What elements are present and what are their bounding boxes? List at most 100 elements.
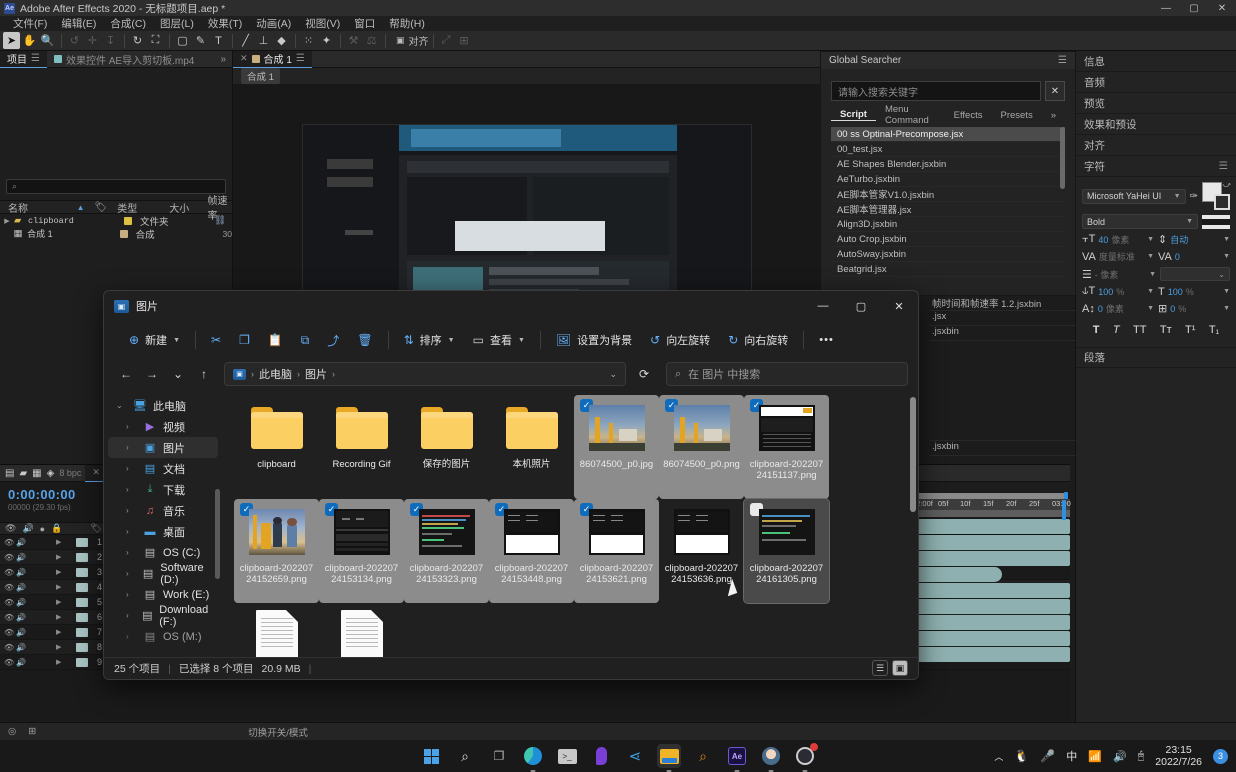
- tracking-value[interactable]: 0: [1175, 252, 1180, 262]
- nav-item-desktop[interactable]: › ▬ 桌面: [108, 521, 218, 542]
- render-queue-icon[interactable]: ▤: [5, 468, 14, 479]
- global-searcher-results[interactable]: 00 ss Optinal-Precompose.jsx 00_test.jsx…: [831, 127, 1065, 277]
- nav-item-documents[interactable]: › ▤ 文档: [108, 458, 218, 479]
- toggle-switches-label[interactable]: 切换开关/模式: [248, 725, 308, 739]
- stroke-width-control[interactable]: ☰ - 像素 ▼: [1082, 268, 1156, 281]
- composition-panel-tabs[interactable]: ✕ 合成 1 ☰: [233, 50, 820, 68]
- result-item[interactable]: AE Shapes Blender.jsxbin: [831, 157, 1065, 172]
- font-size-control[interactable]: ⫟T 40 像素 ▼: [1082, 233, 1154, 246]
- nav-item-music[interactable]: › ♫ 音乐: [108, 500, 218, 521]
- layer-label-swatch[interactable]: [76, 537, 88, 547]
- more-options-button[interactable]: •••: [810, 327, 843, 353]
- stroke-color-swatch[interactable]: [1214, 194, 1230, 210]
- vertical-scale-value[interactable]: 100: [1098, 287, 1113, 297]
- grid-guides-icon[interactable]: ⊞: [456, 32, 473, 49]
- timeline-ruler[interactable]: 02:00f 05f 10f 15f 20f 25f 03:00: [910, 499, 1071, 510]
- chevron-down-icon[interactable]: ▼: [1147, 236, 1154, 243]
- nav-item-os-c[interactable]: › ▤ OS (C:): [108, 542, 218, 563]
- layer-switches[interactable]: 👁 🔊: [0, 583, 56, 592]
- select-tool-icon[interactable]: ➤: [3, 32, 20, 49]
- ae-window-controls[interactable]: — ▢ ✕: [1152, 0, 1236, 16]
- chevron-right-icon[interactable]: ›: [126, 590, 137, 599]
- all-caps-button[interactable]: TT: [1133, 324, 1146, 336]
- graph-editor-icon[interactable]: ⊞: [28, 726, 36, 737]
- timeline-track-bar[interactable]: [910, 519, 1070, 534]
- tab-presets[interactable]: Presets: [991, 110, 1041, 121]
- breadcrumb-this-pc[interactable]: 此电脑: [259, 366, 292, 382]
- effects-icon[interactable]: ◈: [47, 468, 55, 479]
- chevron-down-icon[interactable]: ⌄: [609, 369, 617, 380]
- chevron-down-icon[interactable]: ▼: [1223, 236, 1230, 243]
- layer-switches[interactable]: 👁 🔊: [0, 538, 56, 547]
- expand-chevron-icon[interactable]: ▶: [0, 217, 14, 225]
- file-item-image[interactable]: ✓ clipboard-2: [404, 499, 489, 603]
- chevron-right-icon[interactable]: ›: [126, 464, 137, 473]
- file-item-image[interactable]: ✓ clipboard-2: [319, 499, 404, 603]
- forward-button[interactable]: →: [140, 362, 164, 386]
- ae-toolbar[interactable]: ➤ ✋ 🔍 ↺ ✛ ↧ ↻ ⛶ ▢ ✎ T ╱ ⊥ ◆ ⁙ ✦ ⚒ ⚖ ▣ 对齐…: [0, 31, 1236, 79]
- tab-menu-command[interactable]: Menu Command: [876, 104, 945, 126]
- chevron-right-icon[interactable]: ›: [126, 506, 137, 515]
- tablet-icon[interactable]: 🖰: [1138, 750, 1145, 763]
- chevron-right-icon[interactable]: ›: [126, 485, 137, 494]
- explorer-navigation-pane[interactable]: ⌄ 🖥 此电脑 › ▶ 视频 › ▣ 图片 › ▤ 文档 › ⤓ 下载 › ♫ …: [104, 389, 222, 657]
- label-swatch[interactable]: [124, 216, 132, 225]
- ae-menubar[interactable]: 文件(F) 编辑(E) 合成(C) 图层(L) 效果(T) 动画(A) 视图(V…: [0, 16, 1236, 31]
- result-item[interactable]: .jsx: [930, 311, 1076, 326]
- expand-chevron-icon[interactable]: ▶: [56, 598, 70, 606]
- playhead[interactable]: [1062, 500, 1066, 520]
- panel-menu-icon[interactable]: ☰: [1219, 160, 1228, 172]
- nav-item-download-f[interactable]: › ▤ Download (F:): [108, 604, 218, 628]
- chevron-down-icon[interactable]: ⌄: [116, 401, 127, 410]
- chevron-right-icon[interactable]: ›: [126, 611, 135, 620]
- expand-chevron-icon[interactable]: ▶: [56, 583, 70, 591]
- explorer-address-bar[interactable]: ← → ⌄ ↑ ▣ › 此电脑 › 图片 › ⌄ ⟳ ⌕ 在 图片 中搜索: [104, 359, 918, 389]
- result-item[interactable]: Align3D.jsxbin: [831, 217, 1065, 232]
- system-tray[interactable]: ︿ 🐧 🎤 中 📶 🔊 🖰 23:15 2022/7/26 3: [994, 744, 1228, 768]
- list-view-icon[interactable]: ☰: [872, 660, 888, 676]
- menu-edit[interactable]: 编辑(E): [54, 16, 103, 31]
- ae-minimize-button[interactable]: —: [1152, 0, 1180, 16]
- nav-item-os-m[interactable]: › ▤ OS (M:): [108, 626, 218, 647]
- layer-switches[interactable]: 👁 🔊: [0, 643, 56, 652]
- tab-composition[interactable]: ✕ 合成 1 ☰: [233, 50, 312, 68]
- zoom-tool-icon[interactable]: 🔍: [39, 32, 56, 49]
- refresh-button[interactable]: ⟳: [632, 362, 656, 386]
- result-item[interactable]: .jsxbin: [930, 326, 1076, 341]
- result-item[interactable]: 00 ss Optinal-Precompose.jsx: [831, 127, 1065, 142]
- timeline-switches-bar[interactable]: ◎ ⊞ 切换开关/模式: [0, 722, 1236, 740]
- layer-label-swatch[interactable]: [76, 642, 88, 652]
- superscript-button[interactable]: T¹: [1185, 324, 1195, 336]
- panel-character[interactable]: 字符 ☰: [1076, 156, 1236, 177]
- file-item-text[interactable]: clipboardclipboard-20220726223735-FileDr…: [319, 603, 404, 657]
- obs-icon[interactable]: [793, 743, 818, 772]
- close-icon[interactable]: ✕: [92, 467, 100, 478]
- chevron-right-icon[interactable]: ›: [126, 569, 136, 578]
- column-name[interactable]: 名称: [0, 200, 77, 215]
- results-scrollbar[interactable]: [1060, 127, 1065, 189]
- panel-menu-icon[interactable]: ☰: [1058, 55, 1067, 66]
- small-caps-button[interactable]: Tт: [1160, 324, 1172, 336]
- pen-tool-icon[interactable]: ✎: [192, 32, 209, 49]
- layer-switches[interactable]: 👁 🔊: [0, 628, 56, 637]
- font-family-select[interactable]: Microsoft YaHei UI ▼: [1082, 188, 1186, 204]
- layer-switches[interactable]: 👁 🔊: [0, 553, 56, 562]
- copy-button[interactable]: ❐: [230, 327, 259, 353]
- expand-chevron-icon[interactable]: ▶: [56, 553, 70, 561]
- file-item-image[interactable]: ✓ clipboard-20220724152659.png: [234, 499, 319, 603]
- panel-effects-presets[interactable]: 效果和预设: [1076, 114, 1236, 135]
- timeline-graph-area[interactable]: 02:00f 05f 10f 15f 20f 25f 03:00: [910, 482, 1071, 722]
- file-item-folder[interactable]: clipboard: [234, 395, 319, 499]
- tracking-control[interactable]: VA 0 ▼: [1158, 251, 1230, 263]
- breadcrumb-comp[interactable]: 合成 1: [241, 68, 280, 84]
- tiles-view-icon[interactable]: ▣: [892, 660, 908, 676]
- menu-file[interactable]: 文件(F): [6, 16, 54, 31]
- delete-button[interactable]: 🗑: [348, 327, 381, 353]
- result-item[interactable]: .jsxbin: [930, 441, 1076, 456]
- layer-label-swatch[interactable]: [76, 567, 88, 577]
- current-timecode[interactable]: 0:00:00:00: [8, 487, 100, 502]
- explorer-titlebar[interactable]: ▣ 图片 — ▢ ✕: [104, 291, 918, 321]
- chevron-down-icon[interactable]: ▼: [1147, 305, 1154, 312]
- file-item-text[interactable]: clipboardclipboard-20220726223059-FileDr…: [234, 603, 319, 657]
- panel-paragraph[interactable]: 段落: [1076, 347, 1236, 368]
